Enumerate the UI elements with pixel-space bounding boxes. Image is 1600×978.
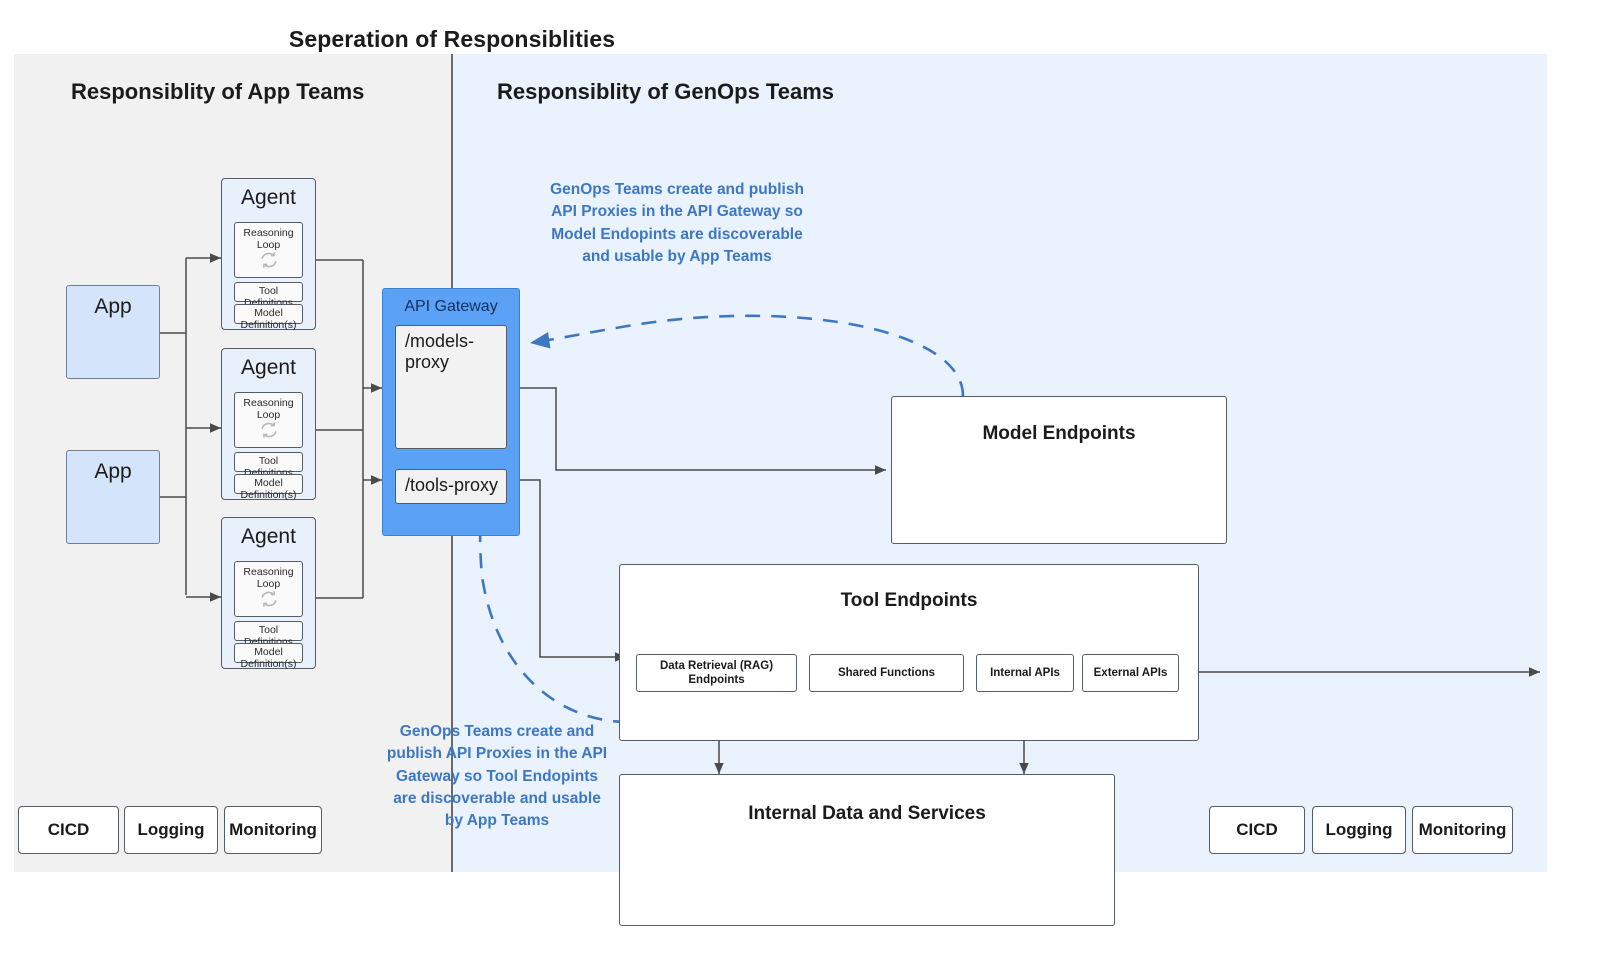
agent-2-reasoning-loop[interactable]: Reasoning Loop [234,392,303,448]
refresh-cycle-icon [260,422,277,438]
refresh-cycle-icon [260,591,277,607]
tool-chip-internal-apis[interactable]: Internal APIs [976,654,1074,692]
agent-3-title: Agent [241,525,296,548]
panel-heading-app-teams: Responsiblity of App Teams [71,79,365,104]
models-proxy-label: /models-proxy [405,331,475,372]
app-box-1-label: App [94,295,132,318]
tools-proxy-label: /tools-proxy [405,475,499,495]
agent-box-3[interactable]: Agent Reasoning Loop Tool Definitions Mo… [221,517,316,670]
tool-chip-data-retrieval[interactable]: Data Retrieval (RAG) Endpoints [636,654,797,692]
agent-1-reasoning-loop[interactable]: Reasoning Loop [234,222,303,278]
agent-3-reasoning-loop-label: Reasoning Loop [243,566,294,590]
agent-2-reasoning-loop-label: Reasoning Loop [243,397,294,421]
ops-right-monitoring[interactable]: Monitoring [1412,806,1513,854]
annotation-tools-proxy: GenOps Teams create and publish API Prox… [386,723,608,830]
tool-chip-external-apis[interactable]: External APIs [1082,654,1179,692]
ops-right-logging[interactable]: Logging [1312,806,1406,854]
model-endpoints-title: Model Endpoints [982,423,1136,444]
app-box-2[interactable]: App [66,450,160,544]
app-box-1[interactable]: App [66,285,160,379]
agent-2-title: Agent [241,356,296,379]
diagram-canvas: Seperation of Responsiblities Responsibl… [0,0,1600,978]
agent-1-reasoning-loop-label: Reasoning Loop [243,227,294,251]
agent-3-model-definitions-label: Model Definition(s) [240,646,297,670]
agent-1-tool-definitions[interactable]: Tool Definitions [234,282,303,309]
tool-chip-shared-functions[interactable]: Shared Functions [809,654,964,692]
api-gateway-box[interactable]: API Gateway /models-proxy /tools-proxy [382,288,520,536]
annotation-models-proxy: GenOps Teams create and publish API Prox… [550,181,804,265]
agent-1-title: Agent [241,186,296,209]
tools-proxy-box[interactable]: /tools-proxy [395,469,507,504]
agent-3-reasoning-loop[interactable]: Reasoning Loop [234,561,303,617]
agent-3-model-definitions[interactable]: Model Definition(s) [234,643,303,670]
agent-2-model-definitions-label: Model Definition(s) [240,477,297,501]
agent-1-model-definitions-label: Model Definition(s) [240,307,297,331]
refresh-cycle-icon [260,252,277,268]
tool-endpoints-box[interactable]: Tool Endpoints Data Retrieval (RAG) Endp… [619,564,1199,741]
app-box-2-label: App [94,460,132,483]
models-proxy-box[interactable]: /models-proxy [395,325,507,449]
ops-right-cicd[interactable]: CICD [1209,806,1305,854]
agent-2-model-definitions[interactable]: Model Definition(s) [234,474,303,501]
agent-1-model-definitions[interactable]: Model Definition(s) [234,304,303,331]
agent-box-2[interactable]: Agent Reasoning Loop Tool Definitions Mo… [221,348,316,501]
agent-box-1[interactable]: Agent Reasoning Loop Tool Definitions Mo… [221,178,316,331]
internal-data-box[interactable]: Internal Data and Services [619,774,1115,926]
ops-left-monitoring[interactable]: Monitoring [224,806,322,854]
page-title: Seperation of Responsiblities [288,26,616,52]
tool-endpoints-title: Tool Endpoints [840,590,978,611]
ops-left-cicd[interactable]: CICD [18,806,119,854]
internal-data-title: Internal Data and Services [748,803,986,824]
ops-left-logging[interactable]: Logging [124,806,218,854]
panel-heading-genops-teams: Responsiblity of GenOps Teams [497,79,834,104]
agent-2-tool-definitions[interactable]: Tool Definitions [234,452,303,479]
agent-3-tool-definitions[interactable]: Tool Definitions [234,621,303,648]
model-endpoints-box[interactable]: Model Endpoints [891,396,1227,544]
api-gateway-title: API Gateway [404,298,498,315]
